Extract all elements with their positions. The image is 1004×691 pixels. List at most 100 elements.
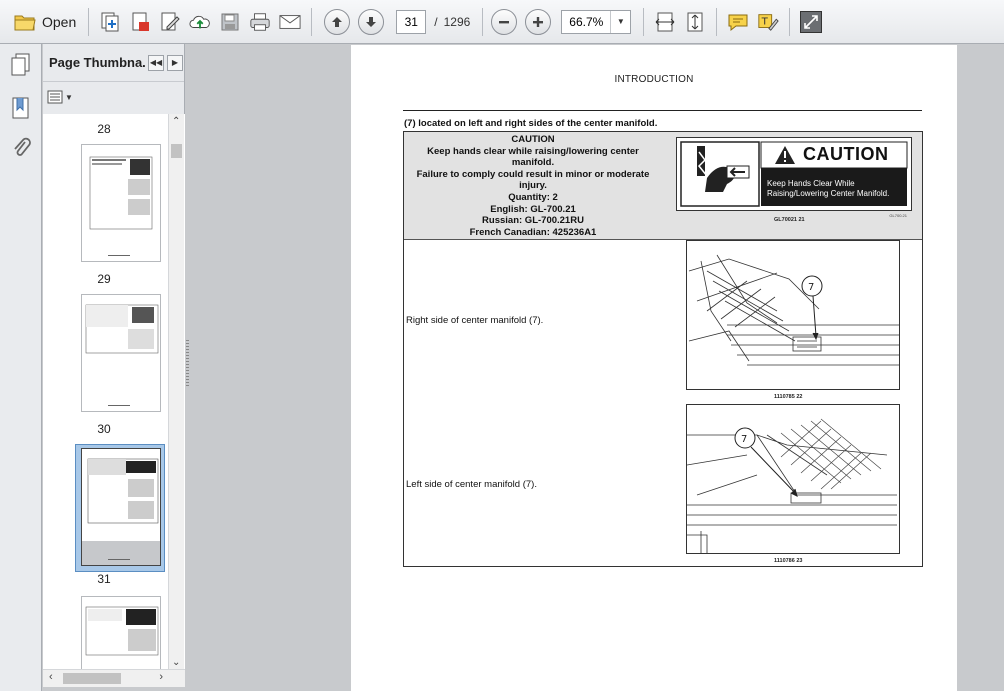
right-side-figure: 7 — [686, 240, 900, 390]
caution-text: CAUTION Keep hands clear while raising/l… — [404, 134, 662, 238]
full-screen-button[interactable] — [796, 7, 826, 37]
caution-line: CAUTION — [511, 134, 555, 145]
combine-files-button[interactable] — [95, 7, 125, 37]
scrollbar-thumb[interactable] — [63, 673, 121, 684]
figure-caption: GL70021 21 — [774, 217, 805, 223]
edit-document-icon — [159, 11, 181, 33]
previous-page-button[interactable] — [322, 7, 352, 37]
bookmarks-tab[interactable] — [0, 88, 42, 128]
thumbnail-page[interactable] — [81, 144, 161, 262]
svg-text:T: T — [761, 16, 769, 27]
expand-panel-button[interactable]: ▶ — [167, 54, 183, 71]
fit-page-button[interactable] — [680, 7, 710, 37]
page-thumbnails-tab[interactable] — [0, 44, 42, 84]
thumbnails-horizontal-scrollbar[interactable]: ‹ › — [43, 669, 185, 687]
email-button[interactable] — [275, 7, 305, 37]
thumbnail-preview — [82, 458, 160, 565]
save-button[interactable] — [215, 7, 245, 37]
fit-width-icon — [654, 11, 676, 33]
cloud-upload-icon — [189, 11, 211, 33]
caution-line: Failure to comply could result in minor … — [416, 168, 650, 180]
navigation-rail — [0, 44, 42, 691]
upload-cloud-button[interactable] — [185, 7, 215, 37]
options-icon — [47, 90, 63, 104]
left-side-figure: 7 — [686, 404, 900, 554]
caution-decal: CAUTION Keep Hands Clear While Raising/L… — [676, 137, 912, 218]
decal-message: Keep Hands Clear While Raising/Lowering … — [767, 179, 889, 199]
header-rule — [403, 110, 922, 111]
chevron-down-icon[interactable]: ▼ — [610, 10, 630, 33]
toolbar-divider — [88, 7, 90, 36]
lead-text: (7) located on left and right sides of t… — [404, 118, 658, 129]
expand-icon — [800, 10, 823, 33]
speech-bubble-icon — [727, 11, 749, 33]
caution-line: French Canadian: 425236A1 — [469, 226, 597, 238]
chevron-down-icon[interactable]: ⌄ — [172, 657, 180, 668]
options-menu-button[interactable]: ▼ — [47, 90, 73, 104]
bookmark-icon — [10, 97, 32, 119]
caution-row: CAUTION Keep hands clear while raising/l… — [404, 132, 922, 240]
decal-message-line: Keep Hands Clear While — [767, 179, 855, 188]
comment-button[interactable] — [723, 7, 753, 37]
zoom-value: 66.7% — [569, 14, 604, 29]
running-head: INTRODUCTION — [614, 74, 694, 85]
envelope-icon — [279, 11, 301, 33]
scrollbar-thumb[interactable] — [171, 144, 182, 158]
print-button[interactable] — [245, 7, 275, 37]
panel-resize-handle[interactable] — [186, 340, 189, 388]
decal-part-code: GL700.21 — [889, 213, 907, 218]
chevron-up-icon[interactable]: ⌃ — [172, 116, 180, 127]
combine-files-icon — [99, 11, 121, 33]
plus-icon — [525, 8, 552, 35]
toolbar-divider — [311, 7, 313, 36]
chevron-right-icon[interactable]: › — [159, 671, 163, 683]
thumbnail-label: 31 — [97, 572, 111, 586]
right-side-text: Right side of center manifold (7). — [406, 315, 544, 326]
collapse-panel-button[interactable]: ◀◀ — [148, 54, 164, 71]
right-manifold-illustration: 7 — [688, 254, 899, 366]
left-manifold-illustration: 7 — [687, 418, 897, 553]
create-pdf-button[interactable] — [125, 7, 155, 37]
chevron-left-icon[interactable]: ‹ — [49, 671, 53, 683]
thumbnail-page[interactable] — [81, 596, 161, 670]
zoom-in-button[interactable] — [523, 7, 553, 37]
next-page-button[interactable] — [356, 7, 386, 37]
page-number-input[interactable]: 31 — [396, 9, 427, 34]
arrow-down-icon — [358, 8, 385, 35]
open-button[interactable]: Open — [8, 7, 82, 37]
edit-document-button[interactable] — [155, 7, 185, 37]
pages-icon — [10, 53, 32, 76]
fit-width-button[interactable] — [650, 7, 680, 37]
attachments-tab[interactable] — [0, 128, 42, 168]
thumbnail-preview — [89, 156, 153, 256]
figure-caption: 1110786 23 — [774, 558, 803, 564]
arrow-up-icon — [324, 8, 351, 35]
create-pdf-icon — [129, 11, 151, 33]
caution-line: Quantity: 2 — [508, 191, 558, 203]
toolbar-divider — [643, 7, 645, 36]
thumbnail-preview — [85, 304, 159, 406]
zoom-select[interactable]: 66.7% ▼ — [561, 9, 632, 34]
thumbnails-vertical-scrollbar[interactable]: ⌃ ⌄ — [168, 114, 184, 670]
main-toolbar: Open 31 / 1296 66.7% ▼ T — [0, 0, 1004, 44]
zoom-out-button[interactable] — [489, 7, 519, 37]
thumbnails-title: Page Thumbna... — [49, 55, 145, 70]
page-thumbnails-panel: Page Thumbna... ◀◀ ▶ ▼ 28 29 30 31 ⌃ ⌄ ‹… — [43, 44, 185, 687]
caution-line: Russian: GL-700.21RU — [482, 215, 584, 227]
document-page: INTRODUCTION (7) located on left and rig… — [351, 45, 957, 691]
caution-line: English: GL-700.21 — [490, 203, 576, 215]
left-side-text: Left side of center manifold (7). — [406, 479, 537, 490]
printer-icon — [249, 11, 271, 33]
caution-line: Keep hands clear while raising/lowering … — [427, 145, 639, 157]
open-button-label: Open — [42, 13, 77, 30]
thumbnail-page-selected[interactable] — [81, 448, 161, 566]
thumbnail-label: 30 — [97, 422, 111, 436]
save-icon — [219, 11, 241, 33]
decal-message-line: Raising/Lowering Center Manifold. — [767, 189, 890, 198]
highlight-text-button[interactable]: T — [753, 7, 783, 37]
decal-heading: CAUTION — [803, 144, 889, 164]
thumbnails-header: Page Thumbna... ◀◀ ▶ — [43, 44, 184, 82]
thumbnail-page[interactable] — [81, 294, 161, 412]
caution-line: manifold. — [511, 157, 555, 169]
folder-icon — [14, 11, 36, 33]
